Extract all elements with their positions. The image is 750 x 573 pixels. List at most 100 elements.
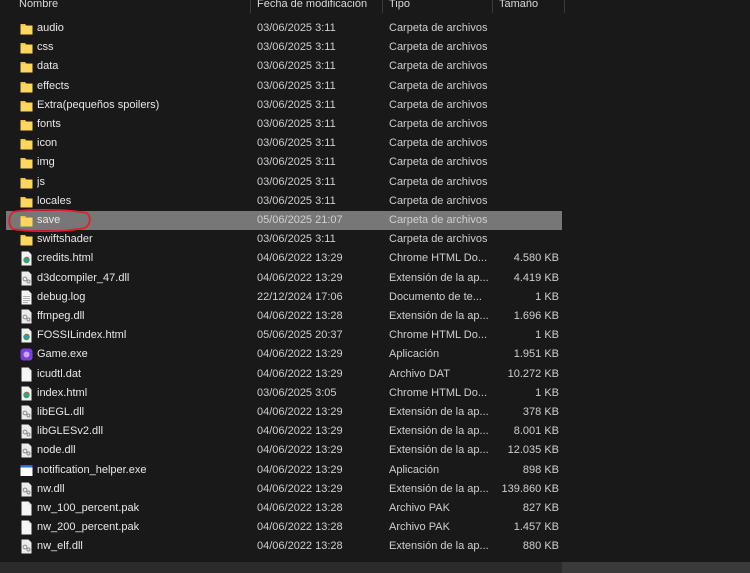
file-date: 04/06/2022 13:28 [257,521,343,534]
file-row[interactable]: nw_100_percent.pak 04/06/2022 13:28 Archiv… [6,499,562,518]
folder-icon [20,59,33,74]
folder-icon [20,40,33,55]
file-row[interactable]: icon 03/06/2025 3:11 Carpeta de archivos [6,134,562,153]
file-type: Archivo PAK [389,521,450,534]
file-date: 04/06/2022 13:29 [257,252,343,265]
file-date: 05/06/2025 20:37 [257,329,343,342]
dll-icon [20,271,33,286]
file-type: Carpeta de archivos [389,118,488,130]
file-row[interactable]: js 03/06/2025 3:11 Carpeta de archivos [6,173,562,192]
column-header-size[interactable]: Tamaño [493,0,565,13]
file-size [495,19,559,38]
file-type: Carpeta de archivos [389,194,488,207]
scrollbar-track[interactable] [562,562,750,573]
file-row[interactable]: nw_elf.dll 04/06/2022 13:28 Extensión de l… [6,537,562,556]
file-row[interactable]: libGLESv2.dll 04/06/2022 13:29 Extensión d… [6,422,562,441]
file-row[interactable]: css 03/06/2025 3:11 Carpeta de archivos [6,38,562,57]
file-size [495,134,559,153]
file-type: Carpeta de archivos [389,233,488,246]
file-size: 880 KB [522,540,559,553]
file-type: Documento de te... [389,290,482,303]
column-header-name[interactable]: Nombre [13,0,251,13]
file-name: d3dcompiler_47.dll [37,271,130,284]
file-row[interactable]: libEGL.dll 04/06/2022 13:29 Extensión de l… [6,403,562,422]
file-type: Chrome HTML Do... [389,252,488,265]
file-date: 22/12/2024 17:06 [257,290,343,303]
file-row[interactable]: nw.dll 04/06/2022 13:29 Extensión de la ap… [6,480,562,499]
file-date: 03/06/2025 3:11 [257,60,336,73]
file-date: 04/06/2022 13:28 [257,310,343,322]
file-row[interactable]: nw_200_percent.pak 04/06/2022 13:28 Archiv… [6,518,562,537]
dll-icon [20,405,33,420]
file-size: 378 KB [522,406,559,418]
file-name: icudtl.dat [37,367,82,380]
file-row[interactable]: credits.html 04/06/2022 13:29 Chrome HTML … [6,249,562,268]
file-size: 1 KB [535,386,559,399]
file-type: Carpeta de archivos [389,156,488,169]
file-name: notification_helper.exe [37,463,147,476]
folder-icon [20,21,33,36]
file-size: 1.696 KB [513,310,559,322]
file-row[interactable]: save 05/06/2025 21:07 Carpeta de archivos [6,211,562,230]
file-type: Extensión de la ap... [389,425,489,438]
file-row[interactable]: FOSSILindex.html 05/06/2025 20:37 Chrome H… [6,326,562,345]
file-row[interactable]: audio 03/06/2025 3:11 Carpeta de archivos [6,19,562,38]
file-date: 04/06/2022 13:29 [257,367,343,380]
column-header-type[interactable]: Tipo [383,0,493,13]
file-type: Carpeta de archivos [389,41,488,54]
folder-icon [20,79,33,94]
file-type: Carpeta de archivos [389,137,488,150]
file-size [495,115,559,134]
file-type: Aplicación [389,348,440,361]
file-type: Carpeta de archivos [389,60,488,73]
folder-icon [20,136,33,151]
folder-icon [20,98,33,113]
file-size [495,230,559,249]
file-row[interactable]: data 03/06/2025 3:11 Carpeta de archivos [6,57,562,76]
column-header-bar: Nombre Fecha de modificación Tipo Tamaño [0,0,750,13]
file-name: node.dll [37,444,76,457]
file-name: img [37,156,55,169]
file-row[interactable]: d3dcompiler_47.dll 04/06/2022 13:29 Extens… [6,269,562,288]
file-name: nw_100_percent.pak [37,502,140,514]
file-row[interactable]: notification_helper.exe 04/06/2022 13:29 A… [6,461,562,480]
file-name: effects [37,79,70,92]
file-row[interactable]: index.html 03/06/2025 3:05 Chrome HTML Do.… [6,384,562,403]
file-size [495,77,559,96]
file-row[interactable]: img 03/06/2025 3:11 Carpeta de archivos [6,153,562,172]
file-row[interactable]: fonts 03/06/2025 3:11 Carpeta de archivos [6,115,562,134]
file-row[interactable]: effects 03/06/2025 3:11 Carpeta de archivo… [6,77,562,96]
file-row[interactable]: node.dll 04/06/2022 13:29 Extensión de la … [6,441,562,460]
file-row[interactable]: icudtl.dat 04/06/2022 13:29 Archivo DAT 10.… [6,365,562,384]
file-size: 1.457 KB [513,521,559,534]
file-row[interactable]: Extra(pequeños spoilers) 03/06/2025 3:11 C… [6,96,562,115]
file-name: credits.html [37,252,94,265]
dll-icon [20,309,33,324]
file-row[interactable]: locales 03/06/2025 3:11 Carpeta de archivo… [6,192,562,211]
chrome-html-icon [20,251,33,266]
file-type: Carpeta de archivos [389,214,488,226]
file-type: Chrome HTML Do... [389,329,488,342]
file-name: libGLESv2.dll [37,425,104,438]
file-date: 03/06/2025 3:11 [257,233,336,246]
folder-icon [20,232,33,247]
file-row[interactable]: swiftshader 03/06/2025 3:11 Carpeta de arc… [6,230,562,249]
file-date: 03/06/2025 3:11 [257,98,336,111]
file-size: 8.001 KB [513,425,559,438]
chrome-html-icon [20,328,33,343]
file-size: 10.272 KB [507,367,559,380]
file-row[interactable]: ffmpeg.dll 04/06/2022 13:28 Extensión de l… [6,307,562,326]
file-row[interactable]: Game.exe 04/06/2022 13:29 Aplicación 1.951 … [6,345,562,364]
file-date: 03/06/2025 3:11 [257,156,336,169]
file-size [495,38,559,57]
file-type: Aplicación [389,463,440,476]
file-size [495,173,559,192]
file-type: Extensión de la ap... [389,271,489,284]
file-date: 03/06/2025 3:05 [257,386,337,399]
file-row[interactable]: debug.log 22/12/2024 17:06 Documento de te… [6,288,562,307]
file-type: Extensión de la ap... [389,310,489,322]
game-exe-icon [20,347,33,362]
file-date: 03/06/2025 3:11 [257,175,336,188]
file-size: 4.580 KB [513,252,559,265]
column-header-date[interactable]: Fecha de modificación [251,0,383,13]
